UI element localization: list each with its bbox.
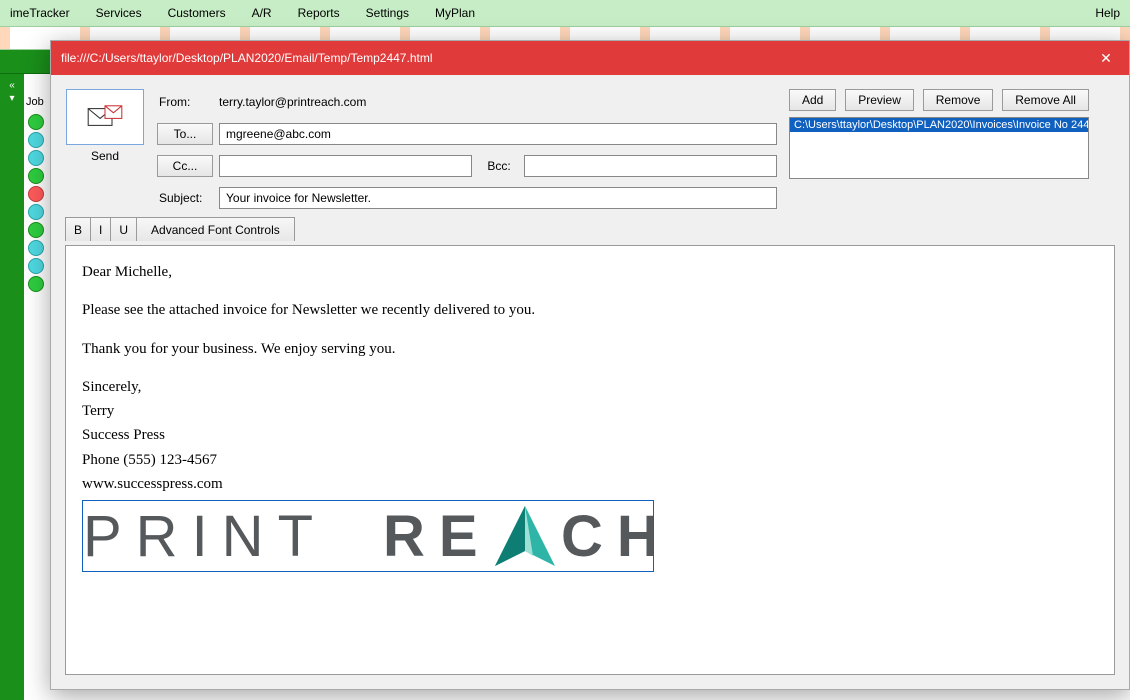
cc-field[interactable] bbox=[219, 155, 472, 177]
subject-label: Subject: bbox=[157, 191, 213, 205]
bold-button[interactable]: B bbox=[65, 217, 91, 241]
preview-attachment-button[interactable]: Preview bbox=[845, 89, 914, 111]
to-button[interactable]: To... bbox=[157, 123, 213, 145]
body-signoff: www.successpress.com bbox=[82, 474, 1098, 494]
job-status-dot[interactable] bbox=[28, 186, 44, 202]
bcc-label: Bcc: bbox=[478, 159, 518, 173]
svg-text:PRINT: PRINT bbox=[83, 504, 327, 569]
email-body-editor[interactable]: Dear Michelle, Please see the attached i… bbox=[65, 245, 1115, 675]
from-label: From: bbox=[157, 95, 213, 109]
body-signoff: Success Press bbox=[82, 425, 1098, 445]
job-status-dot[interactable] bbox=[28, 150, 44, 166]
attachment-item[interactable]: C:\Users\ttaylor\Desktop\PLAN2020\Invoic… bbox=[790, 118, 1088, 132]
remove-attachment-button[interactable]: Remove bbox=[923, 89, 994, 111]
chevron-down-icon: ▾ bbox=[9, 93, 14, 104]
body-signoff: Sincerely, bbox=[82, 377, 1098, 397]
remove-all-attachments-button[interactable]: Remove All bbox=[1002, 89, 1089, 111]
underline-button[interactable]: U bbox=[110, 217, 137, 241]
parent-menu-bar: imeTracker Services Customers A/R Report… bbox=[0, 0, 1130, 26]
chevron-left-icon: « bbox=[9, 80, 15, 91]
body-line: Thank you for your business. We enjoy se… bbox=[82, 339, 1098, 359]
envelope-icon bbox=[84, 101, 126, 133]
menu-help[interactable]: Help bbox=[1095, 6, 1120, 20]
body-signoff: Phone (555) 123-4567 bbox=[82, 450, 1098, 470]
close-icon: ✕ bbox=[1100, 50, 1112, 67]
cc-button[interactable]: Cc... bbox=[157, 155, 213, 177]
email-compose-dialog: file:///C:/Users/ttaylor/Desktop/PLAN202… bbox=[50, 40, 1130, 690]
job-status-dot[interactable] bbox=[28, 276, 44, 292]
to-field[interactable] bbox=[219, 123, 777, 145]
menu-services[interactable]: Services bbox=[96, 6, 142, 20]
paper-plane-icon bbox=[495, 506, 555, 566]
menu-timetracker[interactable]: imeTracker bbox=[10, 6, 70, 20]
logo-image[interactable]: PRINT RE CH bbox=[82, 500, 654, 572]
attachment-list[interactable]: C:\Users\ttaylor\Desktop\PLAN2020\Invoic… bbox=[789, 117, 1089, 179]
menu-customers[interactable]: Customers bbox=[168, 6, 226, 20]
svg-text:RE: RE bbox=[383, 504, 492, 569]
job-status-dot[interactable] bbox=[28, 132, 44, 148]
send-button[interactable] bbox=[66, 89, 144, 145]
advanced-font-controls-button[interactable]: Advanced Font Controls bbox=[136, 217, 295, 241]
parent-collapse-strip[interactable]: « ▾ bbox=[0, 74, 24, 700]
add-attachment-button[interactable]: Add bbox=[789, 89, 836, 111]
subject-field[interactable] bbox=[219, 187, 777, 209]
menu-ar[interactable]: A/R bbox=[252, 6, 272, 20]
dialog-title: file:///C:/Users/ttaylor/Desktop/PLAN202… bbox=[61, 51, 432, 65]
svg-text:CH: CH bbox=[561, 504, 653, 569]
menu-settings[interactable]: Settings bbox=[366, 6, 409, 20]
format-toolbar: B I U Advanced Font Controls bbox=[51, 217, 1129, 245]
italic-button[interactable]: I bbox=[90, 217, 111, 241]
from-value: terry.taylor@printreach.com bbox=[219, 95, 777, 109]
job-status-dot[interactable] bbox=[28, 240, 44, 256]
job-status-dot[interactable] bbox=[28, 114, 44, 130]
menu-reports[interactable]: Reports bbox=[298, 6, 340, 20]
dialog-titlebar[interactable]: file:///C:/Users/ttaylor/Desktop/PLAN202… bbox=[51, 41, 1129, 75]
job-status-dot[interactable] bbox=[28, 168, 44, 184]
menu-myplan[interactable]: MyPlan bbox=[435, 6, 475, 20]
job-status-dot[interactable] bbox=[28, 258, 44, 274]
body-greeting: Dear Michelle, bbox=[82, 262, 1098, 282]
job-status-dot[interactable] bbox=[28, 222, 44, 238]
body-signoff: Terry bbox=[82, 401, 1098, 421]
send-label: Send bbox=[91, 149, 119, 163]
body-line: Please see the attached invoice for News… bbox=[82, 300, 1098, 320]
bcc-field[interactable] bbox=[524, 155, 777, 177]
job-status-dot[interactable] bbox=[28, 204, 44, 220]
close-button[interactable]: ✕ bbox=[1083, 41, 1129, 75]
